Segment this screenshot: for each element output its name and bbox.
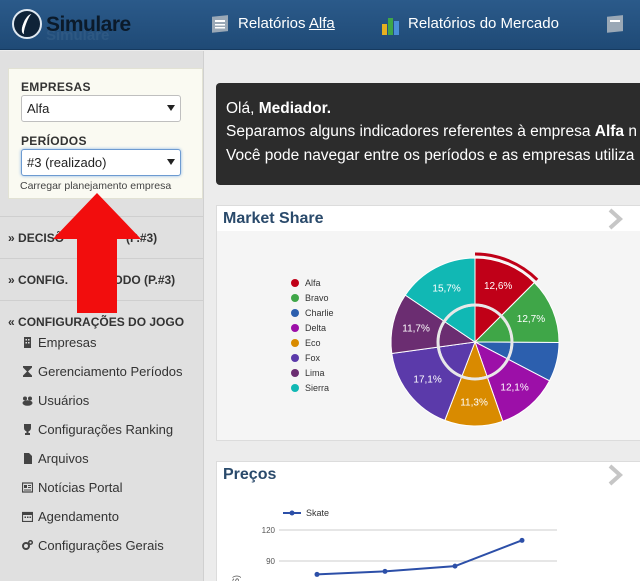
pie-data-label: 12,1% — [500, 383, 528, 394]
periodos-selected-value: #3 (realizado) — [27, 155, 107, 170]
welcome-line2-suffix: n — [624, 123, 637, 140]
menu-agendamento[interactable]: Agendamento — [38, 509, 119, 524]
pie-data-label: 15,7% — [432, 284, 460, 295]
precos-panel: Preços 120 90 (S) Skate — [216, 461, 640, 581]
periodos-select[interactable]: #3 (realizado) — [21, 149, 181, 176]
series-line-skate — [316, 539, 523, 576]
bar-chart-icon — [382, 18, 399, 35]
welcome-line-3: Você pode navegar entre os períodos e as… — [226, 147, 635, 164]
chevron-right-icon[interactable] — [607, 464, 623, 486]
nav-relatorios-alfa[interactable]: Relatórios Alfa — [238, 15, 335, 32]
market-share-panel: Market Share Alfa Bravo Charlie Delta Eco Fox… — [216, 205, 640, 441]
chevron-down-icon — [167, 159, 175, 165]
pie-data-label: 12,6% — [484, 281, 512, 292]
market-share-title: Market Share — [223, 210, 324, 227]
file-icon — [24, 453, 32, 464]
empresas-select[interactable]: Alfa — [21, 95, 181, 122]
menu-configuracoes-ranking[interactable]: Configurações Ranking — [38, 422, 173, 437]
load-plan-link[interactable]: Carregar planejamento empresa — [20, 180, 171, 192]
newspaper-icon — [22, 482, 33, 493]
y-tick-label: 120 — [262, 526, 276, 535]
brand-name[interactable]: Simulare — [46, 13, 131, 37]
trophy-icon — [24, 424, 31, 435]
nav-company-name: Alfa — [308, 15, 335, 32]
filter-panel: EMPRESAS Alfa PERÍODOS #3 (realizado) Ca… — [8, 68, 203, 199]
welcome-company: Alfa — [594, 123, 625, 140]
market-share-pie-chart: 12,6% 12,7% 12,1% 11,3% 17,1% 11,7% 15,7% — [390, 252, 560, 427]
calendar-icon — [22, 511, 33, 522]
newspaper-icon[interactable] — [605, 14, 627, 36]
welcome-line2-text: Separamos alguns indicadores referentes … — [226, 123, 595, 140]
chevron-right-icon[interactable] — [607, 208, 623, 230]
cogs-icon — [22, 540, 33, 550]
users-icon — [22, 396, 33, 406]
data-point[interactable] — [314, 571, 320, 577]
greeting-text: Olá, — [226, 100, 259, 117]
menu-empresas[interactable]: Empresas — [38, 335, 97, 350]
simulare-logo-icon[interactable] — [12, 9, 42, 39]
pie-data-label: 17,1% — [413, 375, 441, 386]
empresas-label: EMPRESAS — [21, 80, 91, 94]
legend-marker-dot — [289, 510, 295, 516]
pie-data-label: 12,7% — [517, 314, 545, 325]
section-jogo-label: CONFIGURAÇÕES DO JOGO — [18, 315, 185, 329]
data-point[interactable] — [519, 537, 525, 543]
precos-line-chart: 120 90 (S) Skate — [231, 508, 557, 581]
building-icon — [24, 337, 31, 348]
welcome-line-2: Separamos alguns indicadores referentes … — [226, 123, 637, 141]
pie-data-label: 11,7% — [402, 323, 430, 334]
nav-relatorios-label: Relatórios — [238, 15, 309, 32]
menu-arquivos[interactable]: Arquivos — [38, 451, 89, 466]
nav-relatorios-mercado[interactable]: Relatórios do Mercado — [408, 15, 559, 32]
top-navbar: Simulare Simulare Relatórios Alfa Relató… — [0, 0, 640, 50]
red-arrow-annotation — [53, 193, 141, 313]
chevron-up-icon: « — [8, 315, 15, 329]
empresas-selected-value: Alfa — [27, 101, 50, 116]
welcome-greeting-line: Olá, Mediador. — [226, 100, 331, 118]
pie-data-label: 11,3% — [460, 397, 488, 408]
y-tick-label: 90 — [266, 557, 275, 566]
chevron-down-icon: » — [8, 273, 15, 287]
menu-gerenciamento-periodos[interactable]: Gerenciamento Períodos — [38, 364, 183, 379]
data-point[interactable] — [382, 568, 388, 574]
data-point[interactable] — [452, 563, 458, 569]
newspaper-icon — [212, 15, 228, 33]
menu-noticias-portal[interactable]: Notícias Portal — [38, 480, 123, 495]
chevron-down-icon: » — [8, 231, 15, 245]
menu-configuracoes-gerais[interactable]: Configurações Gerais — [38, 538, 164, 553]
y-axis-label: (S) — [231, 575, 241, 581]
periodos-label: PERÍODOS — [21, 134, 87, 148]
welcome-banner: Olá, Mediador. Separamos alguns indicado… — [216, 83, 640, 185]
section-configuracoes-jogo[interactable]: « CONFIGURAÇÕES DO JOGO — [8, 315, 184, 329]
hourglass-icon — [23, 366, 32, 377]
legend-label-skate[interactable]: Skate — [306, 508, 329, 518]
chevron-down-icon — [167, 105, 175, 111]
user-name: Mediador. — [258, 100, 332, 117]
precos-title: Preços — [223, 466, 277, 483]
menu-usuarios[interactable]: Usuários — [38, 393, 89, 408]
market-share-chart-area: Alfa Bravo Charlie Delta Eco Fox Lima Sierra 12… — [217, 231, 640, 440]
